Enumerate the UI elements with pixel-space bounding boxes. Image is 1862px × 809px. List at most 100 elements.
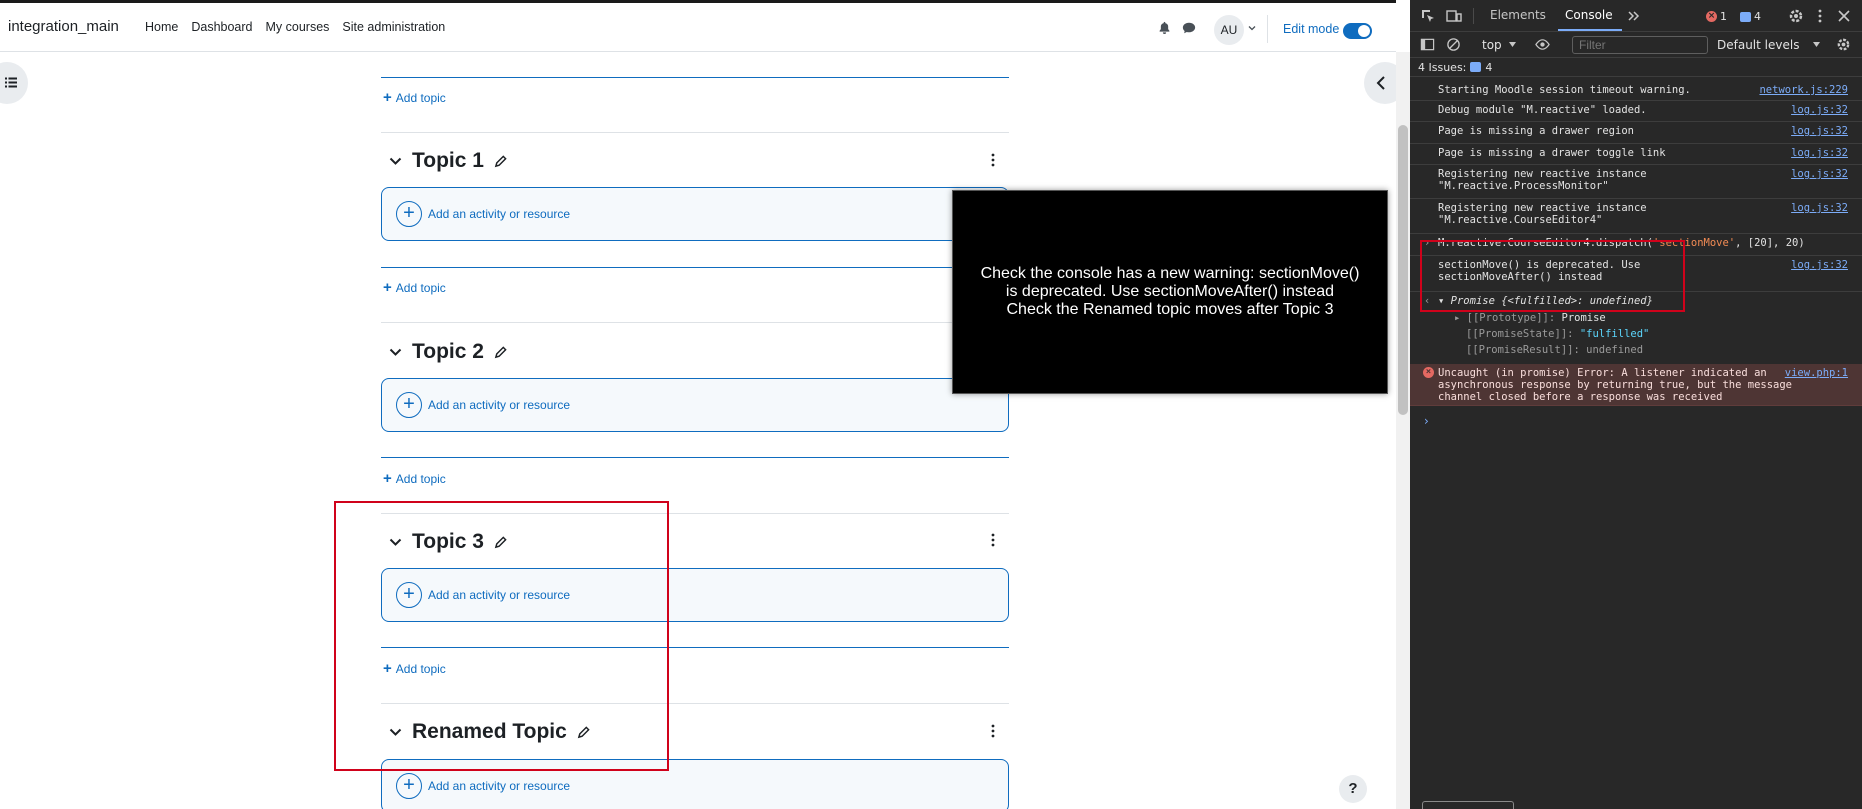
settings-gear-icon[interactable] — [1836, 37, 1851, 52]
devtools-tabbar: Elements Console × 1 4 — [1410, 0, 1862, 32]
plus-circle-icon: + — [396, 773, 422, 799]
source-link[interactable]: log.js:32 — [1791, 147, 1848, 159]
help-button[interactable]: ? — [1339, 775, 1367, 803]
plus-icon: + — [383, 279, 392, 296]
chevron-down-icon[interactable] — [389, 348, 402, 357]
source-link[interactable]: log.js:32 — [1791, 202, 1848, 214]
error-icon: × — [1706, 11, 1717, 22]
list-icon — [5, 77, 17, 88]
user-avatar[interactable]: AU — [1214, 15, 1244, 45]
moodle-page: integration_main Home Dashboard My cours… — [0, 0, 1396, 809]
console-filter-input[interactable] — [1572, 36, 1708, 54]
active-tab-indicator — [1558, 29, 1622, 31]
chevron-left-icon — [1376, 76, 1385, 90]
block-drawer-button[interactable] — [1364, 62, 1396, 104]
issue-count-badge[interactable]: 4 — [1740, 10, 1761, 23]
section-title[interactable]: Topic 1 — [412, 149, 484, 173]
chat-icon[interactable] — [1182, 21, 1196, 35]
source-link[interactable]: log.js:32 — [1791, 125, 1848, 137]
promise-result: [[PromiseResult]]: undefined — [1466, 344, 1644, 356]
popup-line: Check the Renamed topic moves after Topi… — [1006, 301, 1334, 318]
console-prompt[interactable]: › — [1424, 414, 1429, 428]
console-message: Registering new reactive instance "M.rea… — [1410, 165, 1862, 199]
popup-line: Check the console has a new warning: sec… — [980, 265, 1360, 300]
section-divider — [381, 267, 1009, 268]
bell-icon[interactable] — [1158, 21, 1171, 34]
section-header: Topic 2 — [389, 340, 507, 364]
caret-down-icon[interactable] — [1812, 40, 1821, 49]
source-link[interactable]: view.php:1 — [1780, 367, 1848, 379]
nav-home[interactable]: Home — [145, 20, 178, 34]
kebab-menu-icon[interactable] — [990, 724, 996, 738]
instruction-popup: Check the console has a new warning: sec… — [952, 190, 1388, 394]
source-link[interactable]: log.js:32 — [1791, 259, 1848, 271]
chevron-down-icon[interactable] — [1248, 24, 1256, 32]
tab-elements[interactable]: Elements — [1490, 8, 1546, 22]
devtools-panel: Elements Console ×1 4 top Default levels… — [1410, 0, 1862, 809]
course-index-drawer-button[interactable] — [0, 62, 28, 104]
add-activity-button[interactable]: + Add an activity or resource — [381, 187, 1009, 241]
console-message: Debug module "M.reactive" loaded. log.js… — [1410, 101, 1862, 122]
context-selector[interactable]: top — [1482, 38, 1502, 52]
sidebar-toggle-icon[interactable] — [1420, 37, 1435, 52]
tab-console[interactable]: Console — [1565, 8, 1613, 22]
log-levels-dropdown[interactable]: Default levels — [1717, 38, 1799, 52]
device-toggle-icon[interactable] — [1446, 8, 1462, 24]
add-activity-button[interactable]: + Add an activity or resource — [381, 378, 1009, 432]
highlight-box — [1420, 240, 1685, 312]
promise-state: [[PromiseState]]: "fulfilled" — [1466, 328, 1650, 340]
close-icon[interactable] — [1836, 8, 1852, 24]
pencil-icon[interactable] — [494, 154, 507, 168]
source-link[interactable]: network.js:229 — [1759, 84, 1848, 96]
promise-prototype[interactable]: ▸ [[Prototype]]: Promise — [1454, 312, 1606, 324]
plus-icon: + — [383, 89, 392, 106]
add-topic-link[interactable]: + Add topic — [383, 279, 446, 296]
page-scrollbar-thumb[interactable] — [1398, 125, 1408, 415]
source-link[interactable]: log.js:32 — [1791, 168, 1848, 180]
plus-circle-icon: + — [396, 201, 422, 227]
more-tabs-icon[interactable] — [1626, 8, 1642, 24]
add-topic-link[interactable]: + Add topic — [383, 89, 446, 106]
primary-nav: Home Dashboard My courses Site administr… — [145, 20, 458, 34]
settings-gear-icon[interactable] — [1788, 8, 1804, 24]
nav-dashboard[interactable]: Dashboard — [191, 20, 252, 34]
console-toolbar: top Default levels — [1410, 32, 1862, 58]
drawer-tab[interactable] — [1422, 801, 1514, 809]
nav-my-courses[interactable]: My courses — [266, 20, 330, 34]
console-message: Page is missing a drawer region log.js:3… — [1410, 122, 1862, 144]
add-topic-link[interactable]: + Add topic — [383, 470, 446, 487]
issues-bar[interactable]: 4 Issues: 4 — [1410, 58, 1862, 77]
console-message: Registering new reactive instance "M.rea… — [1410, 199, 1862, 234]
section-header: Topic 1 — [389, 149, 507, 173]
nav-site-administration[interactable]: Site administration — [342, 20, 445, 34]
section-divider — [381, 322, 1009, 323]
clear-console-icon[interactable] — [1446, 37, 1461, 52]
error-icon: × — [1423, 367, 1434, 378]
top-navbar: integration_main Home Dashboard My cours… — [0, 0, 1396, 52]
section-divider — [381, 77, 1009, 78]
message-icon — [1470, 62, 1482, 72]
section-divider — [381, 132, 1009, 133]
inspect-icon[interactable] — [1420, 8, 1436, 24]
toolbar-divider — [1473, 8, 1474, 24]
edit-mode-label: Edit mode — [1283, 22, 1340, 36]
plus-circle-icon: + — [396, 392, 422, 418]
kebab-menu-icon[interactable] — [990, 533, 996, 547]
site-name[interactable]: integration_main — [8, 18, 119, 35]
section-title[interactable]: Topic 2 — [412, 340, 484, 364]
message-icon — [1740, 11, 1751, 22]
section-divider — [381, 457, 1009, 458]
plus-icon: + — [383, 470, 392, 487]
caret-down-icon[interactable] — [1508, 40, 1517, 49]
console-message: Starting Moodle session timeout warning.… — [1410, 81, 1862, 101]
chevron-down-icon[interactable] — [389, 157, 402, 166]
edit-mode-toggle[interactable] — [1343, 23, 1372, 39]
navbar-divider — [1267, 15, 1268, 43]
kebab-menu-icon[interactable] — [1812, 8, 1828, 24]
eye-icon[interactable] — [1535, 37, 1550, 52]
source-link[interactable]: log.js:32 — [1791, 104, 1848, 116]
pencil-icon[interactable] — [494, 345, 507, 359]
highlight-box — [334, 501, 669, 771]
error-count-badge[interactable]: × 1 — [1706, 10, 1727, 23]
kebab-menu-icon[interactable] — [990, 153, 996, 167]
